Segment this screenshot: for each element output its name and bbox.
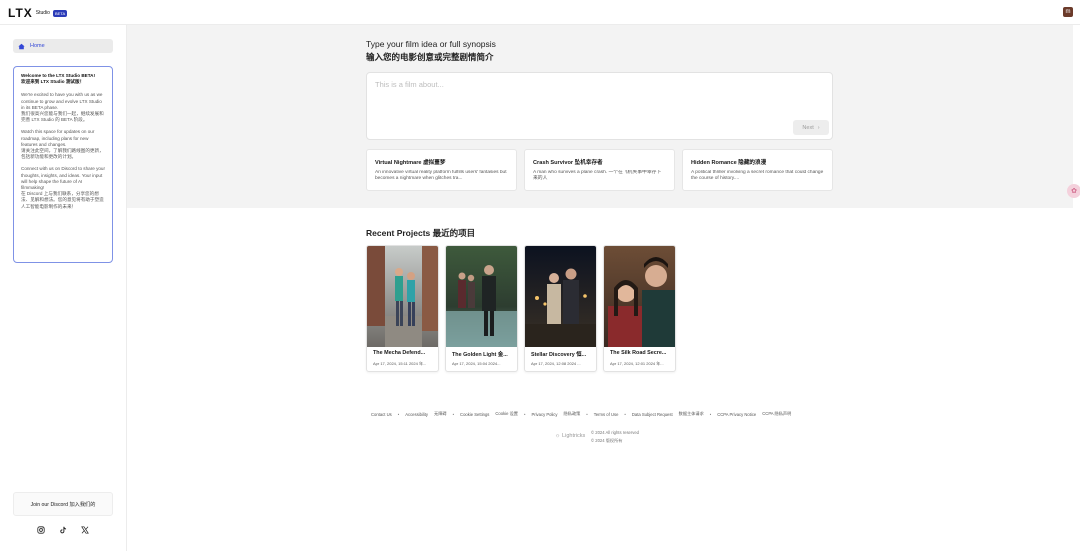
project-date: Apr 17, 2024, 15:11 2024 年... bbox=[373, 361, 427, 366]
idea-card-description: A man who survives a plane crash. 一个在飞机失… bbox=[533, 170, 662, 182]
social-links bbox=[37, 526, 89, 534]
tiktok-icon[interactable] bbox=[59, 526, 67, 534]
copyright-text: © 2024 All rights reserved bbox=[591, 430, 640, 435]
footer-link-data-subject[interactable]: Data Subject Request bbox=[632, 412, 673, 417]
footer-link-accessibility-cn[interactable]: 无障碍 bbox=[434, 411, 447, 417]
footer-links: Contact Us • Accessibility 无障碍 • Cookie … bbox=[371, 411, 792, 417]
project-card[interactable]: The Golden Light 金... Apr 17, 2024, 15:0… bbox=[445, 245, 518, 372]
project-date: Apr 17, 2024, 12:01 2024 年... bbox=[610, 361, 664, 366]
idea-card-description: A political thriller involving a secret … bbox=[691, 170, 824, 182]
join-discord-button[interactable]: Join our Discord 加入我们的 bbox=[13, 492, 113, 516]
sidebar: Home Welcome to the LTX Studio BETA! 欢迎来… bbox=[0, 25, 127, 551]
lightricks-wordmark: Lightricks bbox=[562, 433, 586, 439]
instagram-icon[interactable] bbox=[37, 526, 45, 534]
welcome-paragraph-2: Watch this space for updates on our road… bbox=[21, 129, 95, 147]
welcome-paragraph-1: We're excited to have you with us as we … bbox=[21, 92, 103, 110]
idea-card-title: Crash Survivor 坠机幸存者 bbox=[533, 160, 603, 166]
project-thumbnail bbox=[367, 246, 438, 347]
idea-card-description: An innovative virtual reality platform f… bbox=[375, 170, 507, 182]
home-icon bbox=[18, 43, 25, 50]
footer-link-contact[interactable]: Contact Us bbox=[371, 412, 392, 417]
prompt-title-cn: 输入您的电影创意或完整剧情简介 bbox=[366, 52, 494, 62]
lightricks-icon: ☼ bbox=[555, 433, 561, 439]
idea-card-crash-survivor[interactable]: Crash Survivor 坠机幸存者 A man who survives … bbox=[524, 149, 675, 191]
footer-link-privacy-cn[interactable]: 隐私政策 bbox=[564, 411, 581, 417]
logo-studio-label: Studio bbox=[35, 10, 50, 16]
prompt-box: Next › bbox=[366, 72, 833, 140]
project-thumbnail bbox=[446, 246, 517, 347]
copyright-text-cn: © 2024 版权所有 bbox=[591, 438, 623, 443]
scroll-gutter bbox=[1073, 25, 1080, 551]
next-button[interactable]: Next › bbox=[793, 120, 829, 135]
idea-card-virtual-nightmare[interactable]: Virtual Nightmare 虚拟噩梦 An innovative vir… bbox=[366, 149, 517, 191]
sidebar-item-home-label: Home bbox=[30, 43, 45, 49]
project-card[interactable]: Stellar Discovery 恒... Apr 17, 2024, 12:… bbox=[524, 245, 597, 372]
welcome-title-cn: 欢迎来到 LTX Studio 测试版！ bbox=[21, 79, 85, 85]
project-card[interactable]: The Mecha Defend... Apr 17, 2024, 15:11 … bbox=[366, 245, 439, 372]
film-idea-input[interactable] bbox=[375, 80, 815, 110]
sidebar-item-home[interactable]: Home bbox=[13, 39, 113, 53]
project-thumbnail bbox=[525, 246, 596, 347]
chevron-right-icon: › bbox=[817, 124, 820, 131]
recent-projects-title: Recent Projects 最近的项目 bbox=[366, 228, 476, 238]
project-card[interactable]: The Silk Road Secre... Apr 17, 2024, 12:… bbox=[603, 245, 676, 372]
project-title: Stellar Discovery 恒... bbox=[531, 352, 587, 358]
footer-link-ccpa-cn[interactable]: CCPA 隐私声明 bbox=[762, 411, 791, 417]
project-date: Apr 17, 2024, 12:08 2024 ... bbox=[531, 361, 581, 366]
welcome-paragraph-2-cn: 请关注此空间，了解我们路线图的更新，包括新功能和更改的计划。 bbox=[21, 148, 104, 160]
project-title: The Silk Road Secre... bbox=[610, 350, 667, 356]
welcome-panel: Welcome to the LTX Studio BETA! 欢迎来到 LTX… bbox=[13, 66, 113, 263]
footer-link-cookie-settings[interactable]: Cookie Settings bbox=[460, 412, 489, 417]
logo-wordmark: LTX bbox=[8, 6, 33, 20]
beta-badge: BETA bbox=[52, 9, 68, 17]
prompt-title: Type your film idea or full synopsis bbox=[366, 39, 496, 49]
project-title: The Golden Light 金... bbox=[452, 352, 508, 358]
project-title: The Mecha Defend... bbox=[373, 350, 426, 356]
footer-link-ccpa[interactable]: CCPA Privacy Notice bbox=[717, 412, 756, 417]
ltx-logo[interactable]: LTX Studio BETA bbox=[8, 6, 68, 20]
welcome-paragraph-1-cn: 我们很高兴您能与我们一起，继续发展和完善 LTX Studio 的 BETA 阶… bbox=[21, 111, 104, 123]
next-button-label: Next bbox=[802, 124, 814, 131]
footer-link-terms[interactable]: Terms of Use bbox=[594, 412, 619, 417]
footer-link-data-subject-cn[interactable]: 数据主体请求 bbox=[679, 411, 704, 417]
welcome-paragraph-3: Connect with us on Discord to share your… bbox=[21, 166, 106, 191]
idea-card-hidden-romance[interactable]: Hidden Romance 隐藏的浪漫 A political thrille… bbox=[682, 149, 833, 191]
idea-card-title: Virtual Nightmare 虚拟噩梦 bbox=[375, 160, 446, 166]
lightricks-logo[interactable]: ☼ Lightricks bbox=[555, 433, 585, 439]
idea-card-title: Hidden Romance 隐藏的浪漫 bbox=[691, 160, 767, 166]
project-date: Apr 17, 2024, 15:04 2024... bbox=[452, 361, 501, 366]
footer-copyright: © 2024 All rights reserved © 2024 版权所有 bbox=[591, 429, 639, 445]
welcome-paragraph-3-cn: 在 Discord 上与我们联系，分享您的想法、见解和想法。您的意见将有助于塑造… bbox=[21, 191, 104, 209]
feedback-widget-icon[interactable]: ✿ bbox=[1067, 184, 1080, 198]
top-bar: LTX Studio BETA m bbox=[0, 0, 1080, 25]
x-icon[interactable] bbox=[81, 526, 89, 534]
user-avatar[interactable]: m bbox=[1063, 7, 1073, 17]
footer-link-cookie-settings-cn[interactable]: Cookie 设置 bbox=[495, 411, 518, 417]
footer-link-privacy[interactable]: Privacy Policy bbox=[531, 412, 557, 417]
footer-link-accessibility[interactable]: Accessibility bbox=[405, 412, 428, 417]
project-thumbnail bbox=[604, 246, 675, 347]
